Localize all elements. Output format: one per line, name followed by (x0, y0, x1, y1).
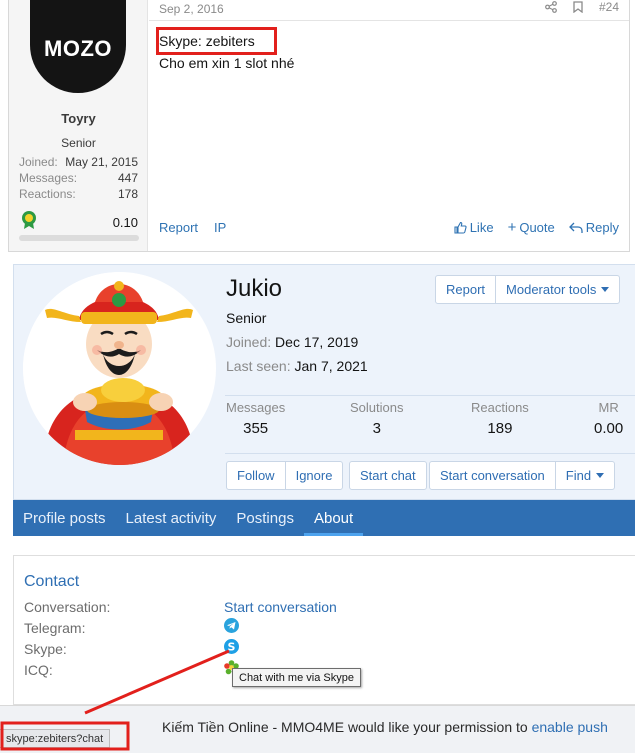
stat-label: Messages (226, 400, 286, 415)
post-username[interactable]: Toyry (9, 111, 148, 126)
reply-icon (568, 222, 583, 233)
trophy-icon (22, 211, 36, 229)
profile-tabs: Profile posts Latest activity Postings A… (13, 500, 635, 536)
ip-link[interactable]: IP (214, 220, 226, 235)
user-stat-joined: Joined: May 21, 2015 (19, 155, 138, 169)
profile-stat-reactions[interactable]: Reactions 189 (471, 400, 529, 437)
profile-user-title: Senior (226, 310, 267, 326)
like-button[interactable]: Like (454, 220, 494, 235)
stat-value: 355 (243, 420, 269, 437)
reply-label: Reply (585, 220, 619, 235)
conversation-label: Conversation: (24, 599, 111, 615)
follow-button[interactable]: Follow (227, 462, 286, 489)
profile-avatar[interactable] (23, 272, 216, 465)
stat-label: Solutions (350, 400, 404, 415)
conversation-find-group: Start conversation Find (429, 461, 616, 490)
svg-text:S: S (228, 641, 236, 654)
stat-value: 189 (487, 420, 513, 437)
tab-postings[interactable]: Postings (226, 500, 304, 536)
stat-value: 178 (117, 187, 138, 201)
profile-actions-divider (225, 453, 635, 454)
post-header-divider (149, 20, 629, 21)
moderator-tools-label: Moderator tools (506, 282, 597, 297)
moderator-tools-button[interactable]: Moderator tools (496, 276, 619, 303)
quote-button[interactable]: + Quote (508, 220, 555, 235)
last-seen-label: Last seen: (226, 358, 291, 374)
post-header-icons: #24 (545, 0, 619, 14)
report-link[interactable]: Report (159, 220, 198, 235)
contact-heading: Contact (24, 573, 80, 590)
last-seen-value: Jan 7, 2021 (294, 358, 368, 374)
post-actions-left: Report IP (159, 220, 226, 235)
skype-tooltip: Chat with me via Skype (232, 668, 361, 687)
tab-about[interactable]: About (303, 500, 364, 536)
stat-label: Reactions: (19, 187, 76, 201)
trophy-value: 0.10 (112, 215, 138, 230)
find-button[interactable]: Find (556, 462, 614, 489)
post-main: Sep 2, 2016 #24 Skype: zebiters Cho em x… (149, 0, 629, 251)
user-stat-messages: Messages: 447 (19, 171, 138, 185)
report-button[interactable]: Report (436, 276, 497, 303)
stat-label: Messages: (19, 171, 78, 185)
post-actions-right: Like + Quote Reply (454, 220, 619, 235)
find-label: Find (565, 468, 592, 483)
chevron-down-icon (596, 473, 605, 478)
share-icon[interactable] (545, 1, 557, 13)
god-of-wealth-avatar-image (23, 272, 215, 465)
profile-stat-messages[interactable]: Messages 355 (226, 400, 285, 437)
start-conversation-link[interactable]: Start conversation (224, 599, 337, 615)
start-chat-group: Start chat (349, 461, 427, 490)
profile-stats-divider (225, 395, 635, 396)
telegram-icon[interactable] (224, 618, 239, 633)
ignore-button[interactable]: Ignore (286, 462, 343, 489)
start-conversation-button[interactable]: Start conversation (430, 462, 556, 489)
post-user-panel: MOZO Toyry Senior Joined: May 21, 2015 M… (9, 0, 148, 251)
member-profile-header: Jukio Senior Joined: Dec 17, 2019 Last s… (13, 264, 635, 500)
profile-joined: Joined: Dec 17, 2019 (226, 334, 358, 350)
thumbs-up-icon (454, 221, 467, 234)
chevron-down-icon (601, 287, 610, 292)
joined-value: Dec 17, 2019 (275, 334, 359, 350)
like-label: Like (469, 220, 494, 235)
telegram-label: Telegram: (24, 620, 86, 636)
skype-icon[interactable]: S (224, 639, 239, 654)
stat-value: 3 (372, 420, 381, 437)
joined-label: Joined: (226, 334, 272, 350)
user-avatar[interactable]: MOZO (30, 0, 126, 93)
tab-profile-posts[interactable]: Profile posts (13, 500, 116, 536)
enable-push-link[interactable]: enable push (532, 719, 608, 735)
forum-post: MOZO Toyry Senior Joined: May 21, 2015 M… (8, 0, 630, 252)
stat-label: Joined: (19, 155, 58, 169)
quote-label: Quote (519, 220, 555, 235)
post-date[interactable]: Sep 2, 2016 (159, 2, 224, 16)
profile-top-actions: Report Moderator tools (435, 275, 621, 304)
banner-text: Kiếm Tiền Online - MMO4ME would like you… (162, 719, 608, 735)
icq-label: ICQ: (24, 662, 53, 678)
stat-value: May 21, 2015 (65, 155, 138, 169)
user-stat-reactions: Reactions: 178 (19, 187, 138, 201)
plus-icon: + (507, 219, 517, 236)
profile-username: Jukio (226, 275, 283, 302)
stat-label: MR (598, 400, 619, 415)
follow-ignore-group: Follow Ignore (226, 461, 344, 490)
skype-label: Skype: (24, 641, 67, 657)
reply-button[interactable]: Reply (568, 220, 619, 235)
stat-value: 447 (117, 171, 138, 185)
highlight-box (156, 27, 277, 55)
stat-label: Reactions (471, 400, 529, 415)
stat-value: 0.00 (594, 420, 624, 437)
profile-stat-solutions[interactable]: Solutions 3 (350, 400, 403, 437)
post-user-title: Senior (61, 136, 96, 150)
banner-message: Kiếm Tiền Online - MMO4ME would like you… (162, 719, 532, 735)
trophy-progress-bar (19, 235, 139, 241)
start-chat-button[interactable]: Start chat (350, 462, 426, 489)
profile-stat-mr[interactable]: MR 0.00 (594, 400, 623, 437)
post-content-line: Cho em xin 1 slot nhé (159, 55, 295, 71)
bookmark-icon[interactable] (573, 1, 583, 13)
profile-last-seen: Last seen: Jan 7, 2021 (226, 358, 368, 374)
tab-latest-activity[interactable]: Latest activity (116, 500, 227, 536)
post-number[interactable]: #24 (599, 0, 619, 14)
status-bar-url: skype:zebiters?chat (0, 729, 111, 748)
